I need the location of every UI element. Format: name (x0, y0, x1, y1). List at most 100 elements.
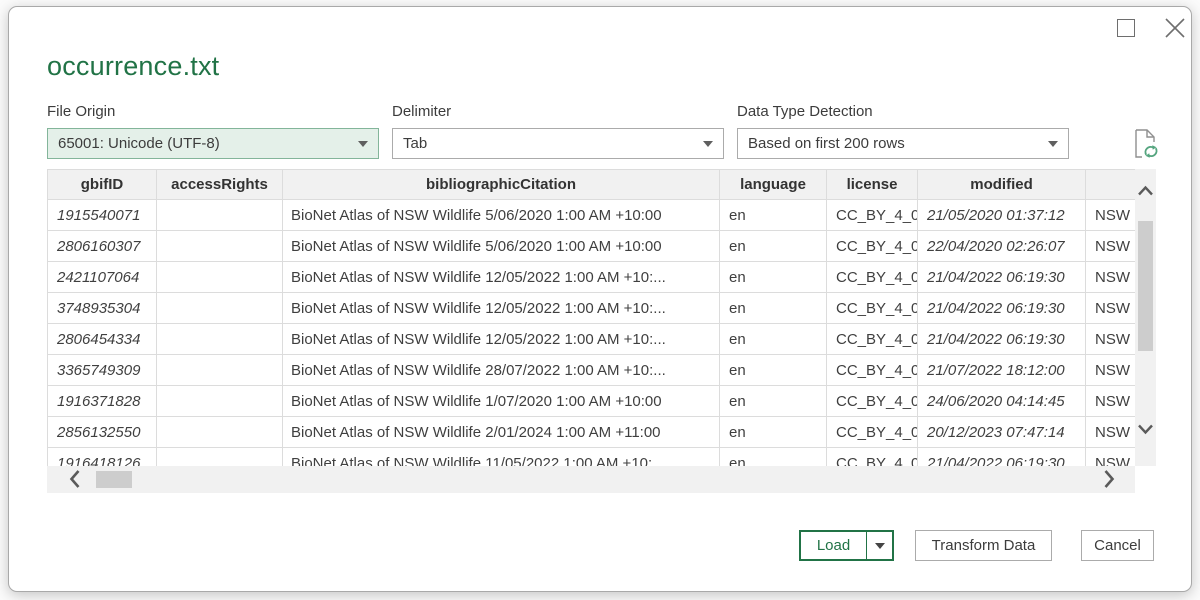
table-cell: CC_BY_4_0 (827, 200, 918, 231)
table-cell: 21/07/2022 18:12:00 (918, 355, 1086, 386)
cancel-button[interactable]: Cancel (1081, 530, 1154, 561)
load-options-button[interactable] (866, 532, 892, 559)
data-type-detection-select[interactable]: Based on first 200 rows (737, 128, 1069, 159)
column-header (1086, 170, 1136, 200)
preview-table-viewport: gbifIDaccessRightsbibliographicCitationl… (47, 169, 1135, 466)
table-cell: CC_BY_4_0 (827, 417, 918, 448)
horizontal-scroll-thumb[interactable] (96, 471, 132, 488)
table-cell: 2421107064 (48, 262, 157, 293)
table-cell: CC_BY_4_0 (827, 355, 918, 386)
load-button-label: Load (801, 537, 866, 554)
table-cell (157, 324, 283, 355)
table-row: 1915540071 BioNet Atlas of NSW Wildlife 5… (48, 200, 1136, 231)
table-cell: NSW (1086, 293, 1136, 324)
table-cell: NSW (1086, 386, 1136, 417)
column-header: license (827, 170, 918, 200)
table-cell: BioNet Atlas of NSW Wildlife 12/05/2022 … (283, 293, 720, 324)
table-cell: CC_BY_4_0 (827, 386, 918, 417)
table-cell: BioNet Atlas of NSW Wildlife 28/07/2022 … (283, 355, 720, 386)
table-cell (157, 200, 283, 231)
delimiter-select[interactable]: Tab (392, 128, 724, 159)
table-cell: CC_BY_4_0 (827, 324, 918, 355)
table-cell: 21/05/2020 01:37:12 (918, 200, 1086, 231)
table-cell: CC_BY_4_0 (827, 262, 918, 293)
table-cell: NSW (1086, 262, 1136, 293)
transform-data-label: Transform Data (932, 537, 1036, 554)
vertical-scrollbar[interactable] (1135, 169, 1156, 466)
refresh-file-icon[interactable] (1129, 127, 1163, 161)
delimiter-label: Delimiter (392, 103, 451, 120)
table-cell: BioNet Atlas of NSW Wildlife 5/06/2020 1… (283, 200, 720, 231)
table-cell: NSW (1086, 231, 1136, 262)
cancel-label: Cancel (1094, 537, 1141, 554)
table-cell: en (720, 293, 827, 324)
data-type-detection-label: Data Type Detection (737, 103, 873, 120)
chevron-down-icon (1048, 141, 1058, 147)
table-cell (157, 386, 283, 417)
vertical-scroll-thumb[interactable] (1138, 221, 1153, 351)
table-cell: 22/04/2020 02:26:07 (918, 231, 1086, 262)
chevron-left-icon[interactable] (69, 469, 81, 489)
table-row: 1916418126BioNet Atlas of NSW Wildlife 1… (48, 448, 1136, 467)
chevron-down-icon (875, 543, 885, 549)
table-cell (157, 231, 283, 262)
table-cell: 1915540071 (48, 200, 157, 231)
table-cell: en (720, 448, 827, 467)
horizontal-scrollbar[interactable] (47, 466, 1135, 493)
table-cell: en (720, 231, 827, 262)
table-cell: en (720, 200, 827, 231)
file-origin-label: File Origin (47, 103, 115, 120)
table-cell: en (720, 262, 827, 293)
chevron-down-icon (358, 141, 368, 147)
table-cell (157, 262, 283, 293)
file-origin-select[interactable]: 65001: Unicode (UTF-8) (47, 128, 379, 159)
column-header: accessRights (157, 170, 283, 200)
table-cell: 21/04/2022 06:19:30 (918, 262, 1086, 293)
table-cell: 21/04/2022 06:19:30 (918, 324, 1086, 355)
chevron-down-icon (703, 141, 713, 147)
close-icon[interactable] (1161, 14, 1189, 42)
table-row: 2806160307 BioNet Atlas of NSW Wildlife 5… (48, 231, 1136, 262)
table-row: 3365749309 BioNet Atlas of NSW Wildlife 2… (48, 355, 1136, 386)
table-cell: NSW (1086, 448, 1136, 467)
table-cell (157, 417, 283, 448)
column-header: gbifID (48, 170, 157, 200)
load-button[interactable]: Load (799, 530, 894, 561)
table-cell: en (720, 386, 827, 417)
table-cell: NSW (1086, 417, 1136, 448)
table-cell: BioNet Atlas of NSW Wildlife 12/05/2022 … (283, 324, 720, 355)
maximize-icon[interactable] (1117, 19, 1135, 37)
page-title: occurrence.txt (47, 51, 219, 82)
table-cell: BioNet Atlas of NSW Wildlife 2/01/2024 1… (283, 417, 720, 448)
table-cell: BioNet Atlas of NSW Wildlife 12/05/2022 … (283, 262, 720, 293)
table-cell: 21/04/2022 06:19:30 (918, 448, 1086, 467)
table-row: 2806454334BioNet Atlas of NSW Wildlife 1… (48, 324, 1136, 355)
table-cell: BioNet Atlas of NSW Wildlife 1/07/2020 1… (283, 386, 720, 417)
chevron-down-icon[interactable] (1137, 423, 1154, 435)
table-cell (157, 293, 283, 324)
column-header: language (720, 170, 827, 200)
table-cell: NSW (1086, 200, 1136, 231)
chevron-right-icon[interactable] (1103, 469, 1115, 489)
table-cell: 2856132550 (48, 417, 157, 448)
table-cell: NSW (1086, 324, 1136, 355)
table-cell: CC_BY_4_0 (827, 293, 918, 324)
transform-data-button[interactable]: Transform Data (915, 530, 1052, 561)
table-cell: en (720, 417, 827, 448)
table-cell: 3365749309 (48, 355, 157, 386)
chevron-up-icon[interactable] (1137, 185, 1154, 197)
table-cell: 2806160307 (48, 231, 157, 262)
column-header: bibliographicCitation (283, 170, 720, 200)
table-cell: en (720, 355, 827, 386)
table-cell: 21/04/2022 06:19:30 (918, 293, 1086, 324)
table-cell: BioNet Atlas of NSW Wildlife 11/05/2022 … (283, 448, 720, 467)
table-row: 3748935304 BioNet Atlas of NSW Wildlife 1… (48, 293, 1136, 324)
delimiter-value: Tab (403, 135, 427, 152)
preview-table-el: gbifIDaccessRightsbibliographicCitationl… (47, 169, 1135, 466)
table-row: 2856132550 BioNet Atlas of NSW Wildlife 2… (48, 417, 1136, 448)
table-cell: 3748935304 (48, 293, 157, 324)
import-dialog: occurrence.txt File Origin Delimiter Dat… (8, 6, 1192, 592)
preview-table: gbifIDaccessRightsbibliographicCitationl… (47, 169, 1156, 493)
table-cell: BioNet Atlas of NSW Wildlife 5/06/2020 1… (283, 231, 720, 262)
table-cell: en (720, 324, 827, 355)
